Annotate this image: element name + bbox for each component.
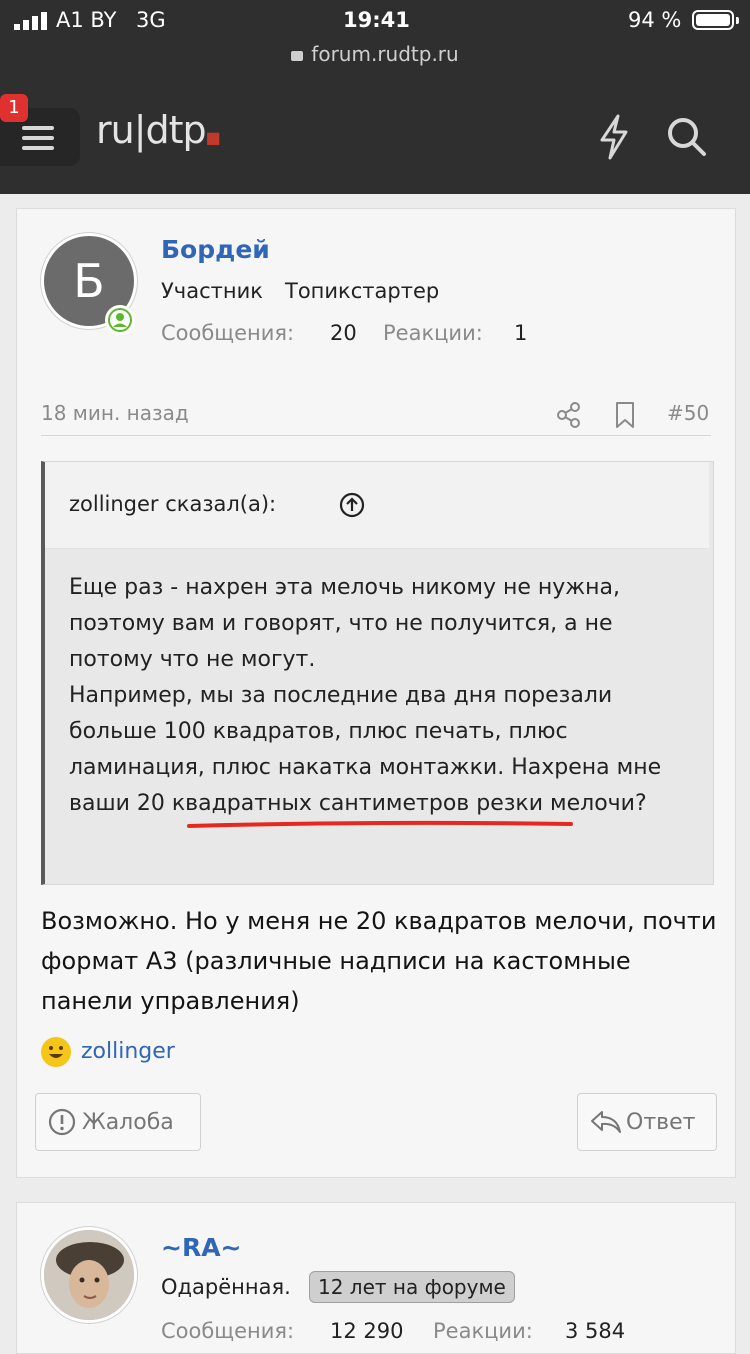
report-button[interactable]: Жалоба [35, 1093, 201, 1151]
carrier: A1 BY [56, 8, 117, 32]
signal-icon [14, 12, 50, 30]
online-status-icon [105, 305, 135, 335]
lock-icon [291, 50, 304, 61]
bookmark-icon[interactable] [613, 401, 637, 429]
post-body: Возможно. Но у меня не 20 квадратов мело… [41, 907, 717, 1015]
messages-label: Сообщения: [161, 321, 295, 345]
messages-count: 12 290 [330, 1319, 404, 1343]
url-text: forum.rudtp.ru [311, 42, 459, 66]
reactions-count: 3 584 [565, 1319, 626, 1343]
red-underline-annotation [187, 820, 573, 828]
username-link[interactable]: ~RA~ [161, 1233, 242, 1262]
quote-block: zollinger сказал(а): Еще раз - нахрен эт… [41, 461, 714, 885]
network-type: 3G [136, 8, 166, 32]
post-time[interactable]: 18 мин. назад [41, 401, 189, 425]
avatar[interactable] [41, 1227, 137, 1323]
battery-icon [692, 10, 739, 30]
arrow-up-circle-icon[interactable] [339, 492, 365, 518]
site-logo[interactable]: ru|dtp■ [96, 108, 221, 152]
notification-badge[interactable]: 1 [0, 94, 28, 122]
address-bar[interactable]: forum.rudtp.ru [0, 42, 750, 66]
topic-starter-badge: Топикстартер [285, 279, 440, 303]
battery-percent: 94 % [628, 8, 682, 32]
quote-text: Еще раз - нахрен эта мелочь никому не ну… [69, 575, 662, 816]
member-duration-badge: 12 лет на форуме [309, 1271, 515, 1303]
quote-header: zollinger сказал(а): [45, 462, 709, 549]
post-card: Б Бордей Участник Топикстартер Сообщения… [16, 208, 736, 1178]
share-icon[interactable] [555, 401, 583, 429]
reply-label: Ответ [626, 1109, 696, 1135]
clock: 19:41 [343, 8, 410, 32]
post-number[interactable]: #50 [667, 401, 709, 425]
user-role: Участник [161, 279, 263, 303]
reactions-label: Реакции: [433, 1319, 533, 1343]
warning-icon [48, 1108, 76, 1136]
post-card: ~RA~ Одарённая. 12 лет на форуме Сообщен… [16, 1202, 736, 1354]
browser-header: A1 BY 3G 19:41 94 % forum.rudtp.ru 1 ru|… [0, 0, 750, 194]
reply-arrow-icon [591, 1111, 621, 1133]
reactions-label: Реакции: [383, 321, 483, 345]
messages-label: Сообщения: [161, 1319, 295, 1343]
reply-button[interactable]: Ответ [577, 1093, 717, 1151]
reactions-count: 1 [514, 321, 528, 345]
messages-count: 20 [330, 321, 357, 345]
divider [41, 435, 711, 436]
report-label: Жалоба [82, 1109, 174, 1135]
reaction-user[interactable]: zollinger [81, 1039, 175, 1064]
lightning-icon[interactable] [594, 114, 634, 160]
username-link[interactable]: Бордей [161, 235, 270, 264]
search-icon[interactable] [664, 114, 710, 160]
user-role: Одарённая. [161, 1275, 291, 1299]
quote-author[interactable]: zollinger сказал(а): [69, 492, 276, 516]
laughing-emoji-icon [41, 1037, 71, 1067]
